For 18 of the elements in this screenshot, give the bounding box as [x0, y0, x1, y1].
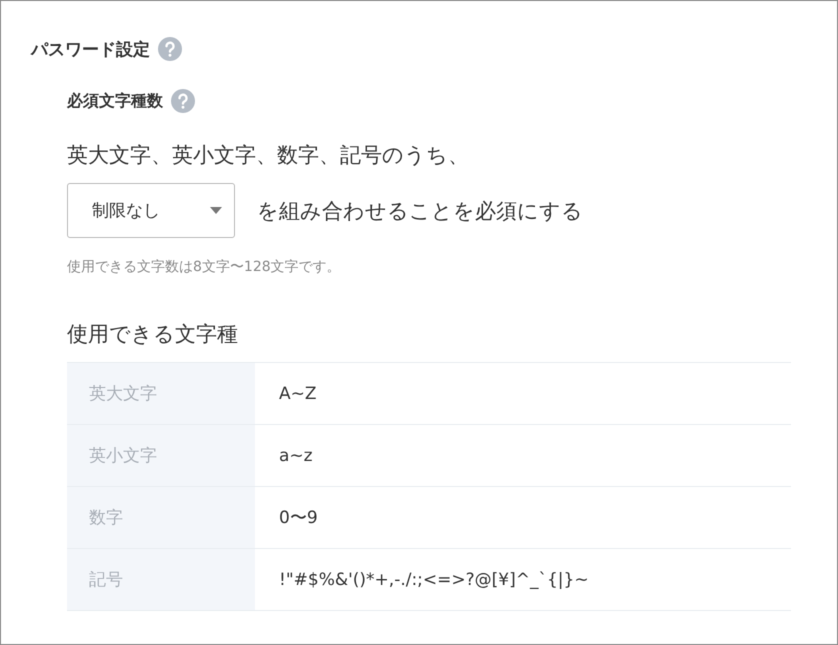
rule-text: 英大文字、英小文字、数字、記号のうち、 [67, 142, 470, 169]
value-cell: A~Z [255, 363, 791, 425]
help-icon[interactable] [158, 37, 182, 61]
value-cell: !"#$%&'()*+,-./:;<=>?@[¥]^_`{|}~ [255, 549, 791, 611]
charset-heading: 使用できる文字種 [67, 321, 239, 348]
label-cell: 記号 [67, 549, 255, 611]
caret-icon [210, 207, 222, 214]
label-cell: 数字 [67, 487, 255, 549]
subsection-title: 必須文字種数 [67, 90, 163, 112]
label-cell: 英大文字 [67, 363, 255, 425]
help-icon[interactable] [171, 89, 195, 113]
section-title: パスワード設定 [31, 38, 150, 60]
value-cell: 0〜9 [255, 487, 791, 549]
value-cell: a~z [255, 425, 791, 487]
rule-text: を組み合わせることを必須にする [257, 198, 583, 224]
hint-text: 使用できる文字数は8文字〜128文字です。 [67, 258, 342, 276]
count-select[interactable]: 制限なし [67, 183, 235, 238]
label-cell: 英小文字 [67, 425, 255, 487]
